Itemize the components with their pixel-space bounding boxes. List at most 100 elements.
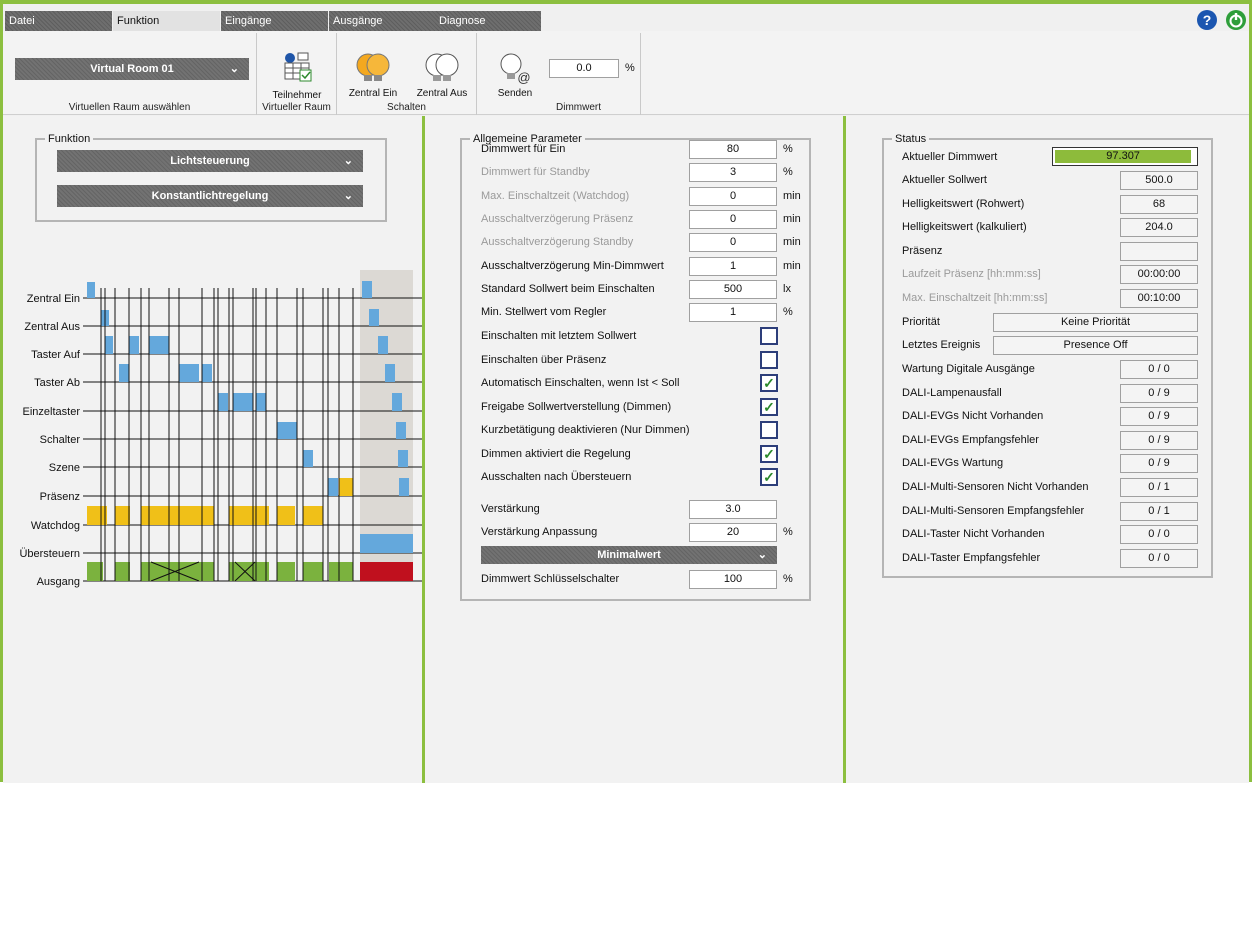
tab-funktion[interactable]: Funktion [113,11,220,32]
param-unit: % [783,143,793,155]
checkbox[interactable] [760,350,778,369]
timeline-row-label: Taster Ab [34,377,80,389]
status-value: 0 / 9 [1120,407,1198,427]
param-input[interactable]: 500 [689,279,777,299]
middle-panel: Allgemeine Parameter Dimmwert für Ein 80%… [425,116,843,783]
tab-ausgaenge[interactable]: Ausgänge [329,11,436,32]
gain-label: Verstärkung [481,503,540,515]
current-dim-bar: 97.307 [1052,147,1198,166]
central-off-button[interactable]: Zentral Aus [409,51,475,99]
dim-value-unit: % [625,62,635,74]
ribbon: Virtual Room 01 ⌄ Virtuellen Raum auswähl… [3,31,1249,115]
param-unit: % [783,306,793,319]
chevron-down-icon: ⌄ [757,549,767,561]
status-label: DALI-Taster Nicht Vorhanden [902,528,1045,541]
check-label: Kurzbetätigung deaktivieren (Nur Dimmen) [481,424,690,436]
status-label: DALI-EVGs Empfangsfehler [902,433,1039,446]
room-select[interactable]: Virtual Room 01 ⌄ [15,58,249,80]
status-label: Wartung Digitale Ausgänge [902,363,1035,375]
param-input[interactable]: 0 [689,209,777,229]
send-button[interactable]: @ Senden [485,51,545,99]
check-label: Automatisch Einschalten, wenn Ist < Soll [481,377,680,389]
central-on-button[interactable]: Zentral Ein [339,51,407,99]
param-input[interactable]: 0 [689,186,777,206]
gain-input[interactable]: 3.0 [689,500,777,519]
output-override-bar [360,562,413,581]
status-value: 204.0 [1120,218,1198,238]
status-value: 0 / 0 [1120,360,1198,379]
checkbox[interactable]: ✓ [760,397,778,416]
timeline-row-label: Einzeltaster [23,406,81,418]
tab-eingaenge[interactable]: Eingänge [221,11,328,32]
param-label: Max. Einschaltzeit (Watchdog) [481,189,630,202]
status-value: 0 / 0 [1120,525,1198,545]
watchdog-bar [229,506,269,525]
status-label: Präsenz [902,244,943,257]
timeline-event-bar [360,534,413,553]
checkbox[interactable]: ✓ [760,444,778,463]
param-unit: min [783,259,801,272]
param-label: Standard Sollwert beim Einschalten [481,282,655,295]
timeline-event-bar [396,422,406,439]
status-label: DALI-EVGs Nicht Vorhanden [902,410,1044,423]
param-label: Ausschaltverzögerung Min-Dimmwert [481,259,664,272]
event-label: Letztes Ereignis [902,339,981,351]
status-legend: Status [895,133,927,145]
output-bar [303,562,323,581]
dim-value-input[interactable]: 0.0 [549,59,619,78]
send-label: Senden [497,88,533,99]
status-label: DALI-EVGs Wartung [902,457,1004,470]
participants-button-label: Teilnehmer [272,90,322,101]
status-label: Helligkeitswert (kalkuliert) [902,221,1027,234]
tab-diagnose[interactable]: Diagnose [435,11,541,32]
timeline-event-bar [105,336,113,354]
checkbox[interactable] [760,327,778,345]
status-label: Max. Einschaltzeit [hh:mm:ss] [902,292,1048,304]
param-label: Dimmwert für Ein [481,143,566,155]
help-icon[interactable]: ? [1196,9,1218,31]
timeline-event-bar [119,364,129,382]
power-icon[interactable] [1225,9,1247,31]
check-label: Dimmen aktiviert die Regelung [481,447,631,460]
participants-button[interactable]: Teilnehmer [257,49,337,101]
param-unit: % [783,166,793,179]
participants-icon [284,52,312,82]
gain-adj-unit: % [783,526,793,538]
tab-datei[interactable]: Datei [5,11,112,32]
param-input[interactable]: 80 [689,140,777,159]
output-bar [277,562,295,581]
timeline-event-bar [256,393,266,411]
checkbox[interactable] [760,421,778,439]
timeline-row-label: Ausgang [37,576,80,588]
key-input[interactable]: 100 [689,570,777,589]
status-value: 00:00:00 [1120,265,1198,285]
param-label: Min. Stellwert vom Regler [481,306,607,319]
param-label: Ausschaltverzögerung Standby [481,236,634,249]
checkbox[interactable]: ✓ [760,468,778,486]
timeline-row-label: Schalter [40,434,81,446]
timeline-event-bar [398,450,408,467]
min-value-select[interactable]: Minimalwert ⌄ [481,546,777,564]
timeline-row-label: Präsenz [40,491,80,503]
checkbox[interactable]: ✓ [760,374,778,392]
timeline-row-label: Übersteuern [19,548,80,560]
status-label: Laufzeit Präsenz [hh:mm:ss] [902,268,1041,281]
status-value [1120,241,1198,261]
right-panel: Status Aktueller Dimmwert 97.307 Aktuell… [846,116,1249,783]
param-input[interactable]: 3 [689,163,777,183]
param-input[interactable]: 0 [689,233,777,253]
app-window: Datei Funktion Eingänge Ausgänge Diagnos… [0,0,1252,783]
output-bar [329,562,353,581]
gain-adj-input[interactable]: 20 [689,523,777,542]
current-dim-label: Aktueller Dimmwert [902,151,998,163]
timeline-event-bar [87,282,95,298]
param-label: Ausschaltverzögerung Präsenz [481,212,634,225]
min-value-select-value: Minimalwert [597,549,661,561]
param-input[interactable]: 1 [689,303,777,323]
priority-label: Priorität [902,316,940,328]
priority-value: Keine Priorität [993,313,1198,332]
output-bar [141,562,214,581]
menu-tabs: Datei Funktion Eingänge Ausgänge Diagnos… [3,9,1252,32]
room-group: Virtual Room 01 ⌄ Virtuellen Raum auswähl… [3,33,257,115]
param-input[interactable]: 1 [689,256,777,276]
